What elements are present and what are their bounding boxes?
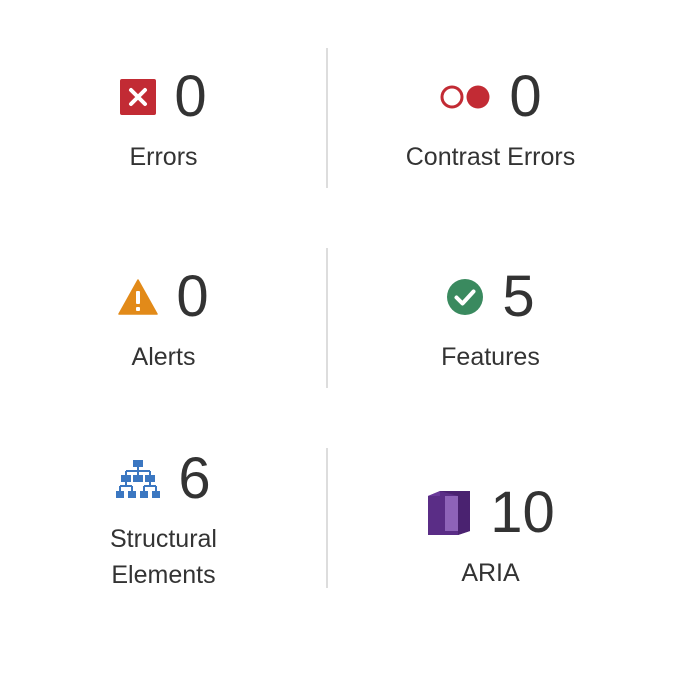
hierarchy-icon	[116, 460, 161, 498]
alerts-label: Alerts	[131, 343, 196, 371]
contrast-errors-stat: 0	[439, 64, 542, 129]
features-label: Features	[441, 343, 540, 371]
alerts-count: 0	[176, 264, 209, 329]
aria-cube-icon	[426, 490, 472, 536]
column-divider	[326, 48, 328, 188]
structural-elements-label-line-1: Structural	[110, 525, 217, 553]
alerts-stat: 0	[118, 264, 209, 329]
features-count: 5	[502, 264, 535, 329]
structural-elements-stat: 6	[116, 446, 211, 511]
aria-stat: 10	[426, 481, 555, 545]
aria-count: 10	[490, 480, 555, 545]
errors-label: Errors	[129, 143, 198, 171]
structural-elements-count: 6	[178, 446, 211, 511]
structural-elements-label-line-2: Elements	[111, 561, 216, 589]
features-stat: 5	[446, 264, 535, 329]
column-divider	[326, 248, 328, 388]
aria-summary[interactable]: 10 ARIA	[327, 436, 654, 636]
structural-elements-summary[interactable]: 6 Structural Elements	[0, 420, 327, 620]
wave-summary-panel: 0 Errors 0 Contrast Errors 0 Alerts 5 Fe…	[0, 0, 680, 680]
errors-summary[interactable]: 0 Errors	[0, 20, 327, 220]
contrast-errors-label: Contrast Errors	[405, 143, 576, 171]
contrast-errors-summary[interactable]: 0 Contrast Errors	[327, 20, 654, 220]
alert-triangle-icon	[118, 279, 159, 315]
error-x-icon	[120, 79, 157, 115]
contrast-errors-count: 0	[509, 64, 542, 129]
contrast-circles-icon	[439, 84, 491, 110]
aria-label: ARIA	[461, 559, 520, 587]
errors-count: 0	[174, 64, 207, 129]
structural-elements-label: Structural Elements	[110, 521, 217, 593]
alerts-summary[interactable]: 0 Alerts	[0, 220, 327, 420]
check-circle-icon	[446, 278, 484, 316]
features-summary[interactable]: 5 Features	[327, 220, 654, 420]
errors-stat: 0	[120, 64, 207, 129]
column-divider	[326, 448, 328, 588]
